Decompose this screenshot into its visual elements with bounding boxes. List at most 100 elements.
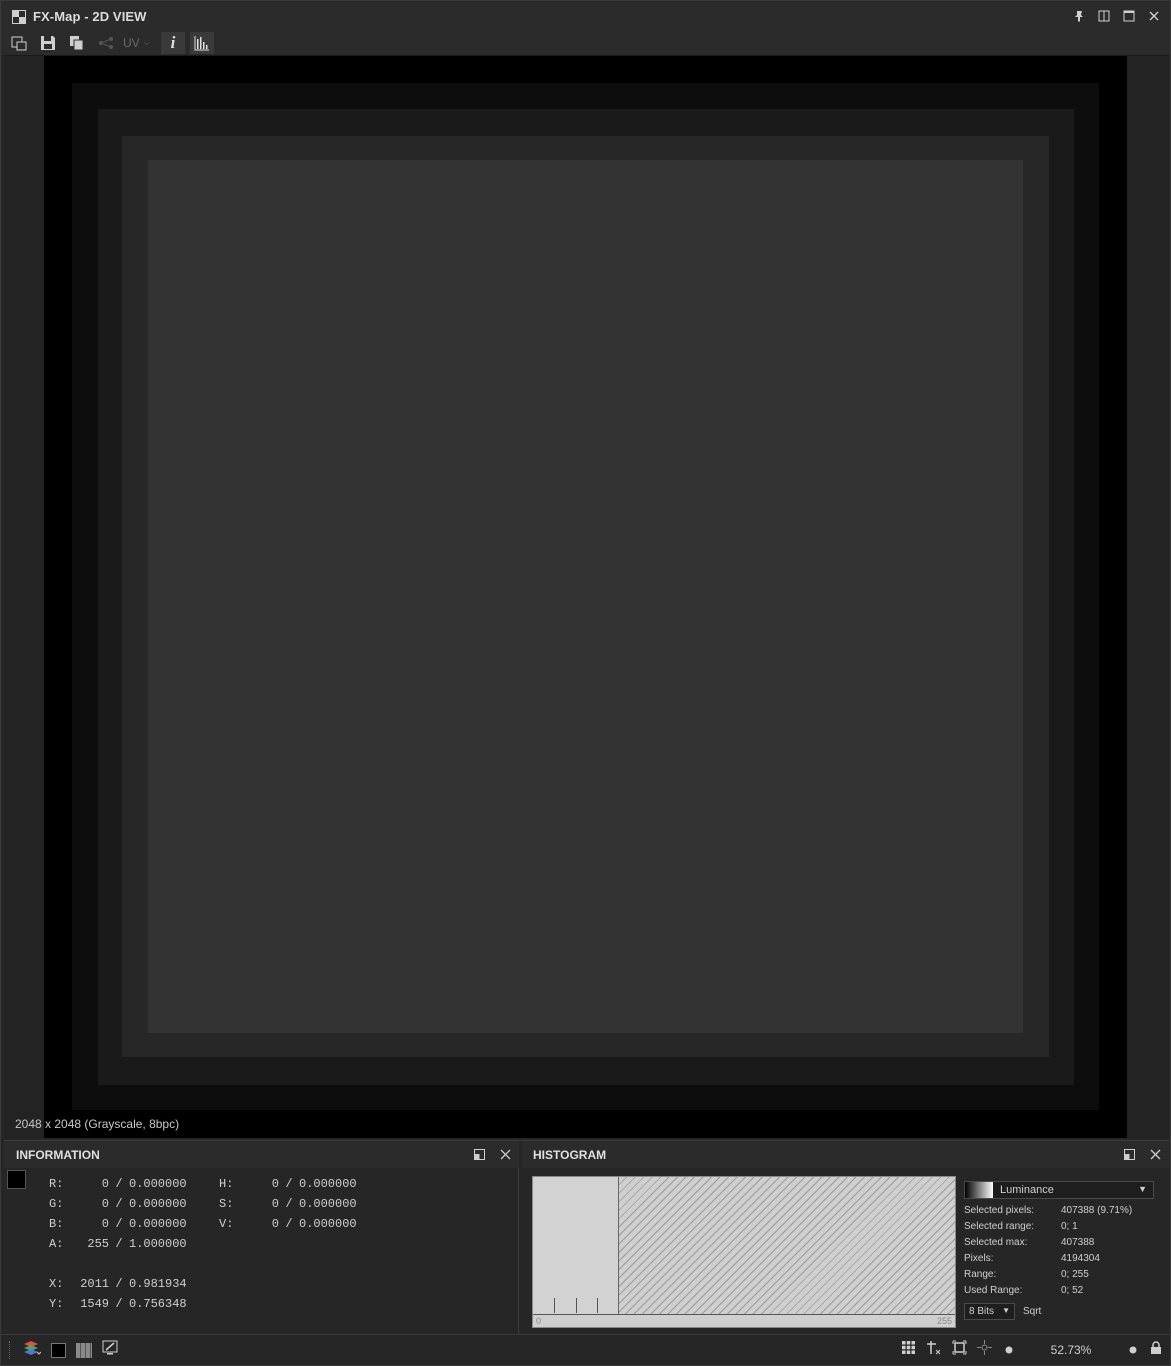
- title-bar: FX-Map - 2D VIEW: [1, 1, 1170, 32]
- chevron-down-icon: ⌵: [143, 37, 150, 47]
- pan-icon[interactable]: [977, 1340, 992, 1360]
- black-background-swatch[interactable]: [51, 1342, 66, 1358]
- save-icon[interactable]: [36, 32, 60, 54]
- information-header-buttons: [471, 1146, 513, 1162]
- bits-select[interactable]: 8 Bits ▼: [964, 1303, 1015, 1320]
- channel-int-value: 0: [101, 1177, 109, 1191]
- channel-label: H:: [219, 1177, 234, 1191]
- histogram-axis: [533, 1314, 955, 1315]
- information-header: INFORMATION: [4, 1141, 519, 1168]
- value-separator: /: [115, 1197, 123, 1211]
- coord-float-value: 0.981934: [129, 1277, 187, 1291]
- image-dimensions-label: 2048 x 2048 (Grayscale, 8bpc): [15, 1117, 180, 1131]
- channel-int-value: 0: [101, 1217, 109, 1231]
- value-separator: /: [115, 1297, 123, 1311]
- split-view-icon[interactable]: [1094, 6, 1114, 26]
- stat-key: Pixels:: [964, 1252, 994, 1264]
- chevron-down-icon: ▼: [1002, 1306, 1010, 1315]
- histogram-side-panel: Luminance ▼ Selected pixels: 407388 (9.71…: [964, 1181, 1159, 1320]
- stat-key: Selected max:: [964, 1236, 1028, 1248]
- uv-label: UV: [123, 35, 140, 50]
- channel-float-value: 0.000000: [299, 1177, 357, 1191]
- info-toggle-icon[interactable]: i: [161, 31, 185, 54]
- checker-icon: [12, 9, 26, 24]
- bottom-panels: INFORMATION R: 0 / 0.000000 H: 0 / 0.000…: [4, 1140, 1169, 1335]
- bits-select-value: 8 Bits: [969, 1306, 995, 1317]
- chevron-down-icon: ▼: [1138, 1184, 1147, 1194]
- info-row-x: X: 2011 / 0.981934: [49, 1277, 367, 1297]
- channel-label: S:: [219, 1197, 234, 1211]
- value-separator: /: [285, 1197, 293, 1211]
- share-graph-icon[interactable]: [94, 32, 118, 54]
- fx-map-2d-view-window: FX-Map - 2D VIEW UV ⌵ i 2048 x 2048 (Gra…: [0, 0, 1171, 1366]
- channel-label: G:: [49, 1197, 64, 1211]
- stat-value: 0; 52: [1061, 1284, 1084, 1296]
- info-row-g: G: 0 / 0.000000 S: 0 / 0.000000: [49, 1197, 367, 1217]
- channels-icon[interactable]: [76, 1342, 92, 1358]
- fit-view-icon[interactable]: [952, 1340, 967, 1360]
- zoom-out-icon[interactable]: [1002, 1346, 1016, 1354]
- uv-dropdown[interactable]: UV ⌵: [123, 36, 159, 50]
- channel-label: V:: [219, 1217, 234, 1231]
- histogram-stats: Selected pixels: 407388 (9.71%) Selected …: [964, 1202, 1159, 1298]
- layers-icon[interactable]: [23, 1340, 42, 1361]
- stat-row: Used Range: 0; 52: [964, 1282, 1159, 1298]
- value-separator: /: [115, 1177, 123, 1191]
- channel-label: R:: [49, 1177, 64, 1191]
- tiling-icon[interactable]: [926, 1340, 942, 1360]
- window-actions: [1069, 6, 1164, 26]
- coord-float-value: 0.756348: [129, 1297, 187, 1311]
- channel-select-value: Luminance: [1000, 1184, 1054, 1196]
- lock-icon[interactable]: [1150, 1340, 1162, 1360]
- maximize-icon[interactable]: [1119, 6, 1139, 26]
- channel-label: A:: [49, 1237, 64, 1251]
- export-image-icon[interactable]: [7, 32, 31, 54]
- histogram-max-label: 255: [936, 1316, 952, 1326]
- image-viewport[interactable]: 2048 x 2048 (Grayscale, 8bpc): [4, 55, 1169, 1138]
- zoom-level[interactable]: 52.73%: [1026, 1340, 1116, 1360]
- stat-row: Selected pixels: 407388 (9.71%): [964, 1202, 1159, 1218]
- status-bar: 52.73%: [1, 1334, 1170, 1365]
- value-separator: /: [115, 1217, 123, 1231]
- image-center-square: [148, 160, 1023, 1033]
- stat-key: Selected pixels:: [964, 1204, 1035, 1216]
- copy-icon[interactable]: [65, 32, 89, 54]
- display-settings-icon[interactable]: [102, 1340, 118, 1360]
- close-icon[interactable]: [497, 1146, 513, 1162]
- grid-icon[interactable]: [901, 1340, 916, 1360]
- undock-icon[interactable]: [471, 1146, 487, 1162]
- coord-label: Y:: [49, 1297, 64, 1311]
- sqrt-toggle[interactable]: Sqrt: [1023, 1306, 1041, 1317]
- channel-float-value: 0.000000: [129, 1217, 187, 1231]
- close-icon[interactable]: [1147, 1146, 1163, 1162]
- undock-icon[interactable]: [1121, 1146, 1137, 1162]
- close-icon[interactable]: [1144, 6, 1164, 26]
- histogram-chart[interactable]: 0 255: [532, 1176, 956, 1328]
- channel-int-value: 0: [271, 1177, 279, 1191]
- info-row-a: A: 255 / 1.000000: [49, 1237, 367, 1257]
- channel-label: B:: [49, 1217, 64, 1231]
- value-separator: /: [285, 1177, 293, 1191]
- pin-icon[interactable]: [1069, 6, 1089, 26]
- histogram-options: 8 Bits ▼ Sqrt: [964, 1303, 1159, 1320]
- information-panel: INFORMATION R: 0 / 0.000000 H: 0 / 0.000…: [4, 1141, 519, 1335]
- window-title: FX-Map - 2D VIEW: [33, 9, 147, 24]
- drag-grip[interactable]: [9, 1341, 11, 1359]
- histogram-toggle-icon[interactable]: [190, 31, 214, 54]
- stat-value: 0; 1: [1061, 1220, 1078, 1232]
- stat-row: Selected range: 0; 1: [964, 1218, 1159, 1234]
- histogram-unselected-range: [619, 1177, 955, 1314]
- zoom-in-icon[interactable]: [1126, 1346, 1140, 1354]
- info-row-b: B: 0 / 0.000000 V: 0 / 0.000000: [49, 1217, 367, 1237]
- channel-int-value: 0: [271, 1217, 279, 1231]
- stat-value: 4194304: [1061, 1252, 1100, 1264]
- information-values: R: 0 / 0.000000 H: 0 / 0.000000 G: 0 / 0…: [49, 1177, 367, 1317]
- channel-int-value: 0: [271, 1197, 279, 1211]
- histogram-panel: HISTOGRAM 0 255 Luminance ▼ Selected pix…: [522, 1141, 1169, 1335]
- channel-select[interactable]: Luminance ▼: [964, 1181, 1154, 1199]
- histogram-title: HISTOGRAM: [533, 1147, 607, 1162]
- info-row-y: Y: 1549 / 0.756348: [49, 1297, 367, 1317]
- channel-int-value: 0: [101, 1197, 109, 1211]
- coord-int-value: 2011: [80, 1277, 109, 1291]
- stat-value: 0; 255: [1061, 1268, 1089, 1280]
